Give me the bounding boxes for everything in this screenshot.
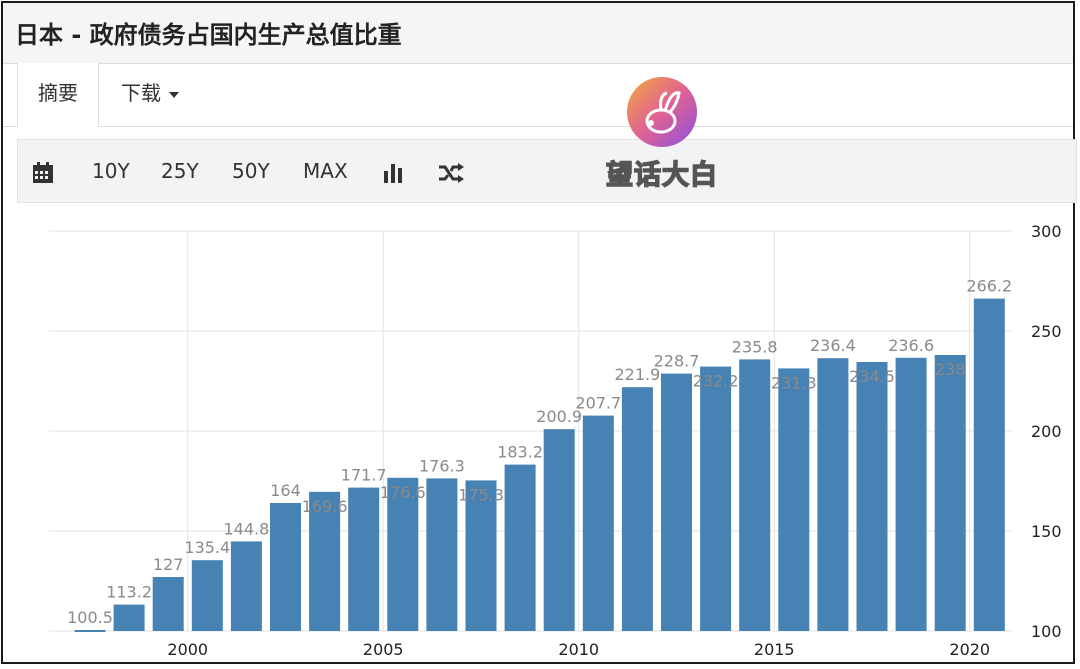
bar-value-label: 175.3: [458, 485, 504, 504]
bar[interactable]: [348, 487, 380, 631]
bar-value-label: 183.2: [497, 443, 543, 462]
y-tick-label: 300: [1031, 222, 1062, 241]
x-tick-label: 2015: [754, 640, 795, 659]
x-tick-label: 2020: [949, 640, 990, 659]
bar-chart: 100.5113.2127135.4144.8164169.6171.7176.…: [49, 222, 1062, 659]
bar-value-label: 228.7: [654, 352, 700, 371]
x-tick-label: 2010: [558, 640, 599, 659]
x-tick-label: 2000: [167, 640, 208, 659]
bar[interactable]: [895, 357, 927, 631]
y-tick-label: 250: [1031, 322, 1062, 341]
bar[interactable]: [856, 362, 888, 631]
bar[interactable]: [270, 503, 301, 631]
y-tick-label: 100: [1031, 622, 1062, 641]
y-tick-label: 150: [1031, 522, 1062, 541]
bar[interactable]: [230, 541, 262, 631]
bar[interactable]: [426, 478, 458, 631]
bar-value-label: 266.2: [966, 277, 1012, 296]
bar-value-label: 164: [270, 481, 301, 500]
bar[interactable]: [191, 560, 223, 631]
bar-value-label: 236.6: [888, 336, 934, 355]
y-tick-label: 200: [1031, 422, 1062, 441]
bar-value-label: 135.4: [184, 538, 230, 557]
bars: [74, 298, 1005, 632]
bar[interactable]: [152, 577, 184, 631]
bar[interactable]: [973, 298, 1005, 631]
bar[interactable]: [934, 355, 966, 631]
bar[interactable]: [543, 429, 575, 631]
bar[interactable]: [817, 358, 849, 631]
bar[interactable]: [739, 359, 771, 631]
bar[interactable]: [504, 464, 536, 631]
bar-value-label: 176.3: [419, 456, 465, 475]
bar-value-label: 144.8: [223, 519, 269, 538]
bar-value-label: 238: [935, 360, 966, 379]
bar[interactable]: [661, 373, 692, 631]
chart-panel: 日本 - 政府债务占国内生产总值比重 摘要 下载 10Y 25Y 50Y MAX…: [1, 1, 1077, 664]
bar-value-label: 231.3: [771, 373, 817, 392]
bar-value-label: 127: [153, 555, 184, 574]
x-tick-label: 2005: [363, 640, 404, 659]
bar-value-label: 234.5: [849, 367, 895, 386]
bar-value-label: 100.5: [67, 608, 113, 627]
bar-value-label: 176.6: [380, 483, 426, 502]
bar-value-label: 236.4: [810, 336, 856, 355]
bar-value-label: 113.2: [106, 583, 152, 602]
bar[interactable]: [700, 366, 732, 631]
bar[interactable]: [582, 415, 614, 631]
y-axis-ticks: 100 150 200 250 300: [1031, 222, 1062, 641]
bar-value-label: 232.2: [693, 372, 739, 391]
bar-value-label: 169.6: [302, 497, 348, 516]
bar[interactable]: [778, 368, 810, 631]
bar-value-label: 207.7: [575, 394, 621, 413]
bar[interactable]: [621, 387, 653, 631]
bar[interactable]: [113, 604, 145, 631]
bar-value-label: 171.7: [341, 466, 387, 485]
bar[interactable]: [74, 630, 106, 632]
x-axis-ticks: 2000 2005 2010 2015 2020: [167, 640, 990, 659]
bar-value-label: 235.8: [732, 337, 778, 356]
